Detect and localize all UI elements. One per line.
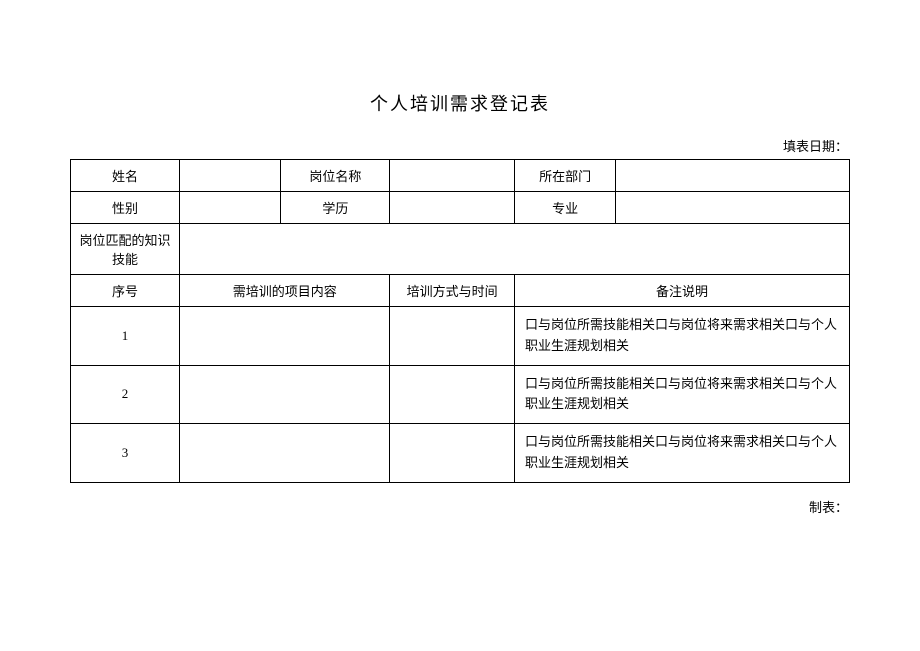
footer-label: 制表：: [70, 497, 850, 516]
info-row-3: 岗位匹配的知识技能: [71, 224, 850, 275]
info-row-2: 性别 学历 专业: [71, 192, 850, 224]
table-header-row: 序号 需培训的项目内容 培训方式与时间 备注说明: [71, 275, 850, 307]
cell-remark-1[interactable]: 口与岗位所需技能相关口与岗位将来需求相关口与个人职业生涯规划相关: [514, 307, 849, 366]
table-row: 1 口与岗位所需技能相关口与岗位将来需求相关口与个人职业生涯规划相关: [71, 307, 850, 366]
header-no: 序号: [71, 275, 180, 307]
cell-content-3[interactable]: [180, 424, 390, 483]
label-gender: 性别: [71, 192, 180, 224]
header-method: 培训方式与时间: [390, 275, 515, 307]
cell-method-1[interactable]: [390, 307, 515, 366]
value-skills[interactable]: [180, 224, 850, 275]
value-name[interactable]: [180, 160, 281, 192]
label-department: 所在部门: [514, 160, 615, 192]
cell-content-1[interactable]: [180, 307, 390, 366]
cell-no-2: 2: [71, 365, 180, 424]
header-content: 需培训的项目内容: [180, 275, 390, 307]
value-position[interactable]: [390, 160, 515, 192]
label-name: 姓名: [71, 160, 180, 192]
header-remark: 备注说明: [514, 275, 849, 307]
label-position: 岗位名称: [281, 160, 390, 192]
cell-remark-3[interactable]: 口与岗位所需技能相关口与岗位将来需求相关口与个人职业生涯规划相关: [514, 424, 849, 483]
label-major: 专业: [514, 192, 615, 224]
value-education[interactable]: [390, 192, 515, 224]
table-row: 3 口与岗位所需技能相关口与岗位将来需求相关口与个人职业生涯规划相关: [71, 424, 850, 483]
cell-no-1: 1: [71, 307, 180, 366]
value-department[interactable]: [616, 160, 850, 192]
label-education: 学历: [281, 192, 390, 224]
page-title: 个人培训需求登记表: [70, 90, 850, 116]
form-container: 个人培训需求登记表 填表日期： 姓名 岗位名称 所在部门 性别 学历 专业: [0, 0, 920, 516]
label-skills: 岗位匹配的知识技能: [71, 224, 180, 275]
cell-no-3: 3: [71, 424, 180, 483]
form-table: 姓名 岗位名称 所在部门 性别 学历 专业 岗位匹配的知识技能 序号 需培训的项…: [70, 159, 850, 483]
cell-method-2[interactable]: [390, 365, 515, 424]
value-gender[interactable]: [180, 192, 281, 224]
cell-content-2[interactable]: [180, 365, 390, 424]
table-row: 2 口与岗位所需技能相关口与岗位将来需求相关口与个人职业生涯规划相关: [71, 365, 850, 424]
info-row-1: 姓名 岗位名称 所在部门: [71, 160, 850, 192]
value-major[interactable]: [616, 192, 850, 224]
cell-method-3[interactable]: [390, 424, 515, 483]
cell-remark-2[interactable]: 口与岗位所需技能相关口与岗位将来需求相关口与个人职业生涯规划相关: [514, 365, 849, 424]
fill-date-label: 填表日期：: [70, 136, 850, 155]
